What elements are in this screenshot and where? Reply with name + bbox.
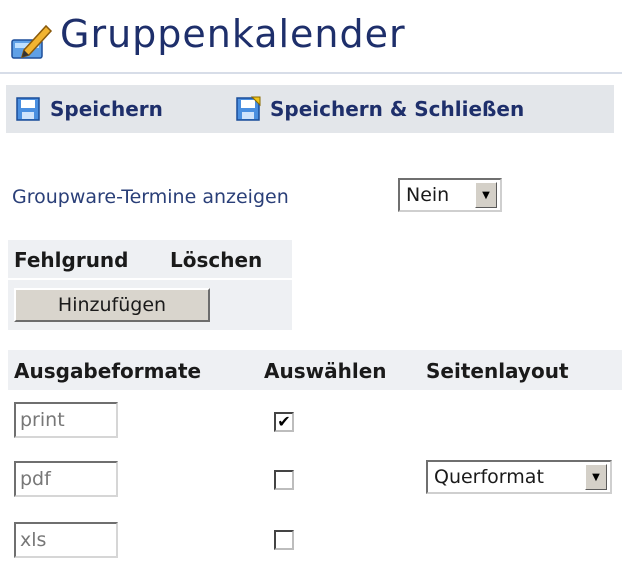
save-and-close-button[interactable]: Speichern & Schließen bbox=[234, 85, 524, 133]
title-bar: Gruppenkalender bbox=[0, 0, 622, 76]
dropdown-arrow-icon[interactable]: ▼ bbox=[475, 182, 497, 208]
edit-pencil-icon bbox=[11, 24, 53, 59]
page-layout-select-value: Querformat bbox=[434, 466, 544, 488]
select-checkbox-print[interactable]: ✔ bbox=[274, 412, 294, 432]
groupware-select[interactable]: Nein ▼ bbox=[398, 178, 502, 212]
page-layout-select[interactable]: Querformat ▼ bbox=[426, 460, 612, 494]
save-icon bbox=[16, 97, 40, 121]
add-button[interactable]: Hinzufügen bbox=[14, 288, 210, 322]
save-and-close-button-label: Speichern & Schließen bbox=[270, 97, 525, 121]
column-header-loeschen: Löschen bbox=[170, 248, 263, 272]
fehlgrund-table-header: Fehlgrund Löschen bbox=[8, 240, 292, 278]
page-title: Gruppenkalender bbox=[60, 12, 406, 56]
format-input-pdf[interactable]: pdf bbox=[14, 461, 118, 497]
select-checkbox-pdf[interactable] bbox=[274, 470, 294, 490]
toolbar: Speichern Speichern & Schließen bbox=[6, 85, 614, 133]
format-input-xls[interactable]: xls bbox=[14, 522, 118, 558]
select-checkbox-xls[interactable] bbox=[274, 530, 294, 550]
column-header-auswaehlen: Auswählen bbox=[264, 359, 387, 383]
title-divider bbox=[0, 72, 622, 74]
column-header-seitenlayout: Seitenlayout bbox=[426, 359, 569, 383]
format-input-print[interactable]: print bbox=[14, 402, 118, 438]
column-header-fehlgrund: Fehlgrund bbox=[14, 248, 129, 272]
save-button[interactable]: Speichern bbox=[14, 85, 163, 133]
column-header-ausgabeformate: Ausgabeformate bbox=[14, 359, 202, 383]
groupware-select-value: Nein bbox=[406, 184, 450, 206]
save-close-icon bbox=[236, 96, 261, 121]
dropdown-arrow-icon[interactable]: ▼ bbox=[585, 464, 607, 490]
output-table-header: Ausgabeformate Auswählen Seitenlayout bbox=[8, 350, 622, 390]
groupware-label: Groupware-Termine anzeigen bbox=[12, 186, 289, 208]
fehlgrund-table-body: Hinzufügen bbox=[8, 280, 292, 330]
save-button-label: Speichern bbox=[50, 97, 163, 121]
